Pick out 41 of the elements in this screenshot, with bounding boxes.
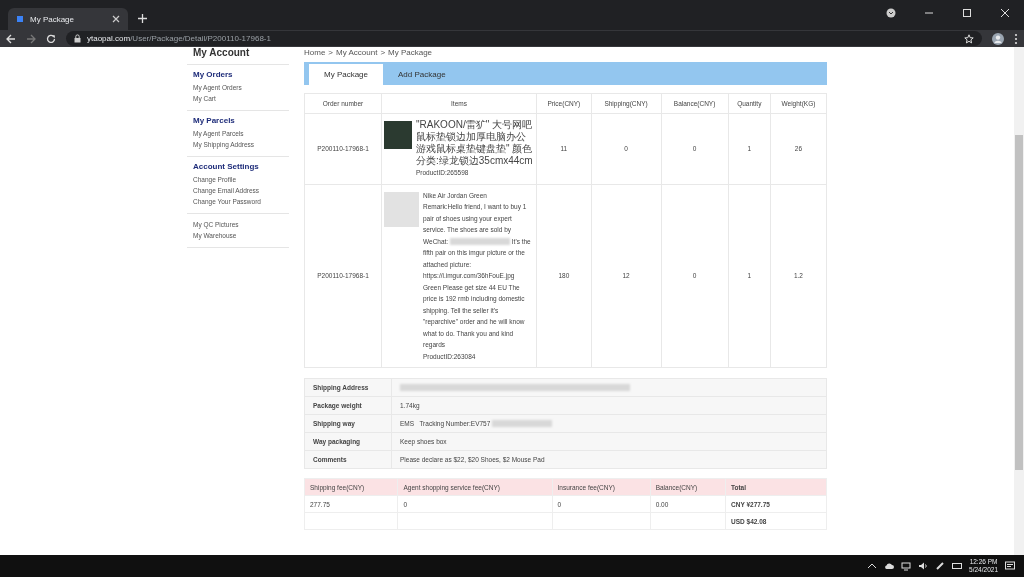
reload-icon[interactable] [46,33,56,44]
back-icon[interactable] [6,33,16,44]
star-icon[interactable] [964,33,974,44]
forward-icon[interactable] [26,33,36,44]
maximize-icon[interactable] [962,8,972,18]
monitor-icon[interactable] [901,561,912,571]
notification-icon[interactable] [1005,560,1016,572]
photo-placeholder [384,121,412,149]
keyboard-icon[interactable] [952,561,963,571]
lock-icon [74,34,81,43]
pen-icon[interactable] [935,561,946,571]
speaker-icon[interactable] [918,561,929,571]
breadcrumb-separator: > [328,48,333,57]
circle-icon[interactable] [886,8,896,18]
url-text: ytaopal.com/User/Package/Detail/P200110-17968-1 [87,34,271,43]
close-icon[interactable] [1000,8,1010,18]
cloud-icon[interactable] [884,561,895,571]
sidebar-title: My Account [187,47,289,65]
avatar-icon[interactable] [992,32,1004,45]
item-title: "RAKOON/雷犷" 大号网吧鼠标垫锁边加厚电脑办公游戏鼠标桌垫键盘垫" 颜色分类:绿龙锁边35cmx44cm [416,119,534,167]
sidebar-heading: My Parcels [193,116,235,125]
image-placeholder [384,191,419,227]
close-icon[interactable] [112,15,120,23]
redacted-text [492,420,553,427]
breadcrumb-link[interactable]: My Package [388,48,433,57]
tab[interactable]: My Package [309,64,384,85]
chevron-up-icon[interactable] [867,561,878,571]
new-tab-icon[interactable] [138,14,147,23]
scrollbar[interactable] [1014,47,1024,555]
favicon-icon [16,15,24,23]
tab[interactable]: Add Package [383,64,461,85]
sidebar-heading: My Orders [193,70,233,79]
browser-tab[interactable]: My Package [8,8,128,30]
redacted-text [450,238,510,246]
address-field[interactable]: ytaopal.com/User/Package/Detail/P200110-17968-1 [66,31,982,46]
breadcrumb-link[interactable]: My Account [336,48,378,57]
sidebar-heading: Account Settings [193,162,259,171]
menu-icon[interactable] [1014,32,1018,45]
breadcrumb-separator: > [380,48,386,57]
breadcrumb-link[interactable]: Home [304,48,326,57]
scrollbar-thumb[interactable] [1015,135,1023,470]
